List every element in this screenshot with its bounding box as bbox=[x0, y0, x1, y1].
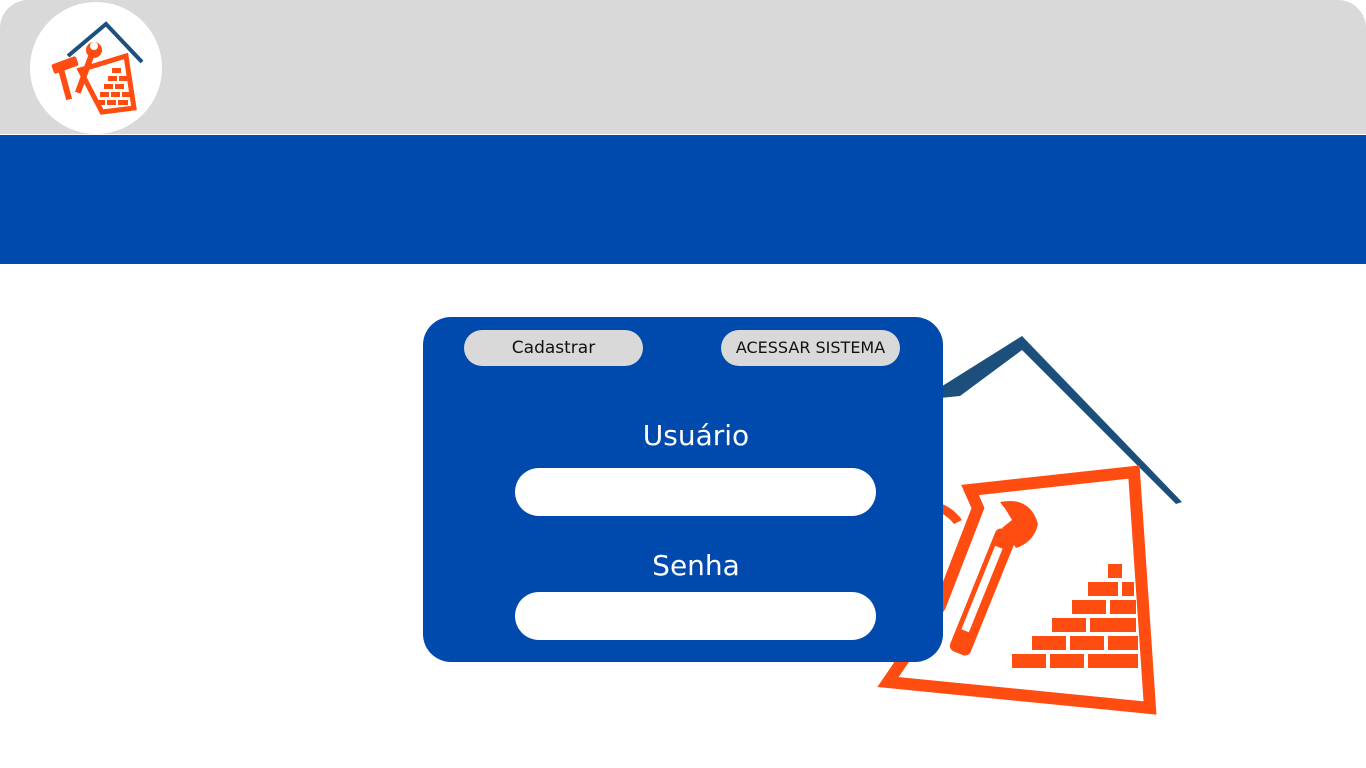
username-field[interactable] bbox=[515, 468, 876, 516]
logo-badge[interactable] bbox=[30, 2, 162, 134]
username-label: Usuário bbox=[642, 419, 750, 452]
password-field[interactable] bbox=[515, 592, 876, 640]
register-button[interactable]: Cadastrar bbox=[464, 330, 643, 366]
top-header bbox=[0, 0, 1366, 134]
access-system-button[interactable]: ACESSAR SISTEMA bbox=[721, 330, 900, 366]
blue-banner bbox=[0, 135, 1366, 264]
house-tools-logo-icon bbox=[51, 21, 144, 115]
password-label: Senha bbox=[652, 549, 740, 582]
login-card: Cadastrar ACESSAR SISTEMA Usuário Senha bbox=[423, 317, 943, 662]
page: Cadastrar ACESSAR SISTEMA Usuário Senha bbox=[0, 0, 1366, 768]
